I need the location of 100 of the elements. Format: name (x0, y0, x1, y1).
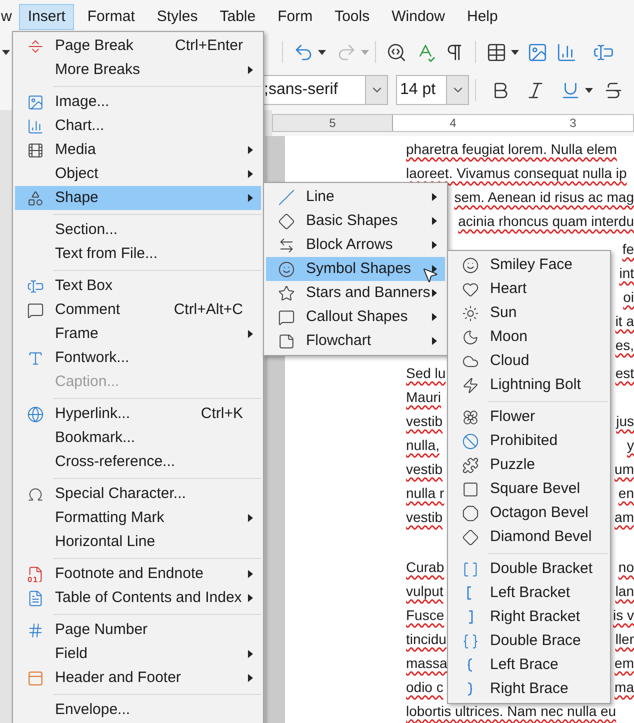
menu-item[interactable]: Formatting Mark (15, 506, 261, 530)
document-text: lobortis ultrices. Nam nec nulla eu (406, 702, 616, 720)
document-text: en (618, 484, 634, 502)
ruler-number: 5 (329, 115, 336, 132)
menu-item[interactable]: Flowchart (266, 329, 445, 353)
submenu-arrow-icon (432, 337, 437, 345)
menu-item[interactable]: Heart (450, 277, 608, 301)
menu-bar-item[interactable]: Insert (18, 4, 74, 30)
dropdown-caret-icon[interactable] (511, 50, 519, 54)
menu-item[interactable]: Flower (450, 405, 608, 429)
diamond-icon (278, 212, 294, 230)
menu-item[interactable]: Right Brace (450, 677, 608, 701)
menu-item[interactable]: Right Bracket (450, 605, 608, 629)
dropdown-caret-icon[interactable] (585, 88, 593, 92)
smiley-icon (462, 256, 478, 274)
menu-item[interactable]: Frame (15, 322, 261, 346)
menu-item[interactable]: Smiley Face (450, 253, 608, 277)
menu-bar-item[interactable]: Format (78, 4, 144, 30)
menu-item[interactable]: Text Box (15, 274, 261, 298)
menu-item[interactable]: Comment Ctrl+Alt+C (15, 298, 261, 322)
document-text: tincidu (406, 630, 446, 648)
moon-icon (462, 328, 478, 346)
menu-item[interactable]: Symbol Shapes (266, 257, 445, 281)
menu-item[interactable]: Fontwork... (15, 346, 261, 370)
square-icon (462, 480, 478, 498)
menu-item[interactable]: Moon (450, 325, 608, 349)
document-icon (26, 590, 44, 606)
document-text: y (627, 436, 634, 455)
menu-item[interactable]: More Breaks (15, 58, 261, 82)
document-text: um (614, 460, 634, 478)
document-text: lan (615, 582, 634, 600)
menu-item[interactable]: Cloud (450, 349, 608, 373)
menu-item[interactable]: Left Brace (450, 653, 608, 677)
menu-bar-item[interactable]: w (0, 4, 15, 30)
menu-bar-item[interactable]: Help (458, 4, 507, 30)
octagon-icon (462, 504, 478, 522)
menu-item[interactable]: Lightning Bolt (450, 373, 608, 397)
menu-item[interactable]: Basic Shapes (266, 209, 445, 233)
menu-item[interactable]: Bookmark... (15, 426, 261, 450)
menu-bar-item[interactable]: Window (382, 4, 454, 30)
document-text: Fusce (406, 606, 444, 624)
menu-item[interactable]: Section... (15, 218, 261, 242)
document-text: fe (622, 240, 634, 258)
document-text: jus (616, 412, 634, 431)
submenu-arrow-icon (248, 674, 253, 682)
menu-bar-item[interactable]: Tools (326, 4, 379, 30)
menu-item[interactable]: Text from File... (15, 242, 261, 266)
font-size-field[interactable]: 14 pt (396, 75, 469, 105)
menu-item[interactable]: Double Brace (450, 629, 608, 653)
menu-item[interactable]: Image... (15, 90, 261, 114)
star-icon (278, 284, 294, 302)
document-text: acinia rhoncus quam interdu (458, 212, 634, 231)
document-text: odio c (406, 678, 444, 696)
submenu-arrow-icon (432, 241, 437, 249)
menu-item[interactable]: Field (15, 642, 261, 666)
menu-item[interactable]: Prohibited (450, 429, 608, 453)
menu-bar-item[interactable]: Form (268, 4, 322, 30)
menu-item[interactable]: Octagon Bevel (450, 501, 608, 525)
document-text: pharetra feugiat lorem. Nulla elem (406, 140, 617, 159)
document-text: Curab (406, 558, 444, 576)
menu-bar-item[interactable]: Table (210, 4, 265, 30)
menu-item[interactable]: Block Arrows (266, 233, 445, 257)
dropdown-caret-icon[interactable] (2, 50, 10, 54)
document-text: vestib (406, 508, 443, 526)
menu-item[interactable]: Page Number (15, 618, 261, 642)
menu-item[interactable]: Left Bracket (450, 581, 608, 605)
menu-item[interactable]: Cross-reference... (15, 450, 261, 474)
menu-item[interactable]: Header and Footer (15, 666, 261, 690)
menu-item[interactable]: Chart... (15, 114, 261, 138)
menu-item[interactable]: Envelope... (15, 698, 261, 722)
prohibited-icon (462, 432, 478, 450)
menu-item[interactable]: Shape (15, 186, 261, 210)
dropdown-caret-icon[interactable] (318, 50, 326, 54)
menu-item[interactable]: Footnote and Endnote (15, 562, 261, 586)
menu-item[interactable]: Table of Contents and Index (15, 586, 261, 610)
menu-item[interactable]: Horizontal Line (15, 530, 261, 554)
sun-icon (462, 304, 478, 322)
menu-item[interactable]: Square Bevel (450, 477, 608, 501)
menu-item[interactable]: Double Bracket (450, 557, 608, 581)
document-text: es, (615, 336, 634, 354)
line-icon (278, 188, 294, 206)
menu-item[interactable]: Special Character... (15, 482, 261, 506)
menu-item[interactable]: Page Break Ctrl+Enter (15, 34, 261, 58)
menu-item[interactable]: Hyperlink... Ctrl+K (15, 402, 261, 426)
document-text: vulput (406, 582, 444, 601)
brackets-icon (462, 560, 478, 578)
menu-item[interactable]: Callout Shapes (266, 305, 445, 329)
heart-icon (462, 280, 478, 298)
menu-item[interactable]: Sun (450, 301, 608, 325)
menu-item[interactable]: Stars and Banners (266, 281, 445, 305)
submenu-arrow-icon (248, 330, 253, 338)
menu-item[interactable]: Puzzle (450, 453, 608, 477)
menu-item[interactable]: Object (15, 162, 261, 186)
menu-item[interactable]: Diamond Bevel (450, 525, 608, 549)
font-name-field[interactable]: ;sans-serif (262, 75, 388, 105)
menu-bar-item[interactable]: Styles (148, 4, 207, 30)
submenu-arrow-icon (248, 514, 253, 522)
menu-item[interactable]: Media (15, 138, 261, 162)
menu-item[interactable]: Line (266, 185, 445, 209)
document-text: ller (615, 630, 634, 648)
